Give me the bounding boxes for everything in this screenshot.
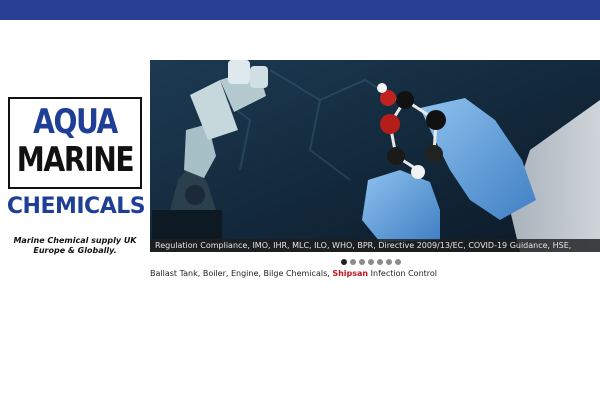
hero-slider[interactable]: Regulation Compliance, IMO, IHR, MLC, IL…: [150, 60, 600, 252]
laboratory-microscope-molecule-image: [150, 60, 600, 252]
logo-text-chemicals[interactable]: CHEMICALS: [6, 196, 146, 218]
slider-dot[interactable]: [377, 259, 383, 265]
slider-dot[interactable]: [359, 259, 365, 265]
top-header-bar: [0, 0, 600, 20]
slider-dot[interactable]: [395, 259, 401, 265]
slider-dot[interactable]: [368, 259, 374, 265]
site-tagline: Marine Chemical supply UK Europe & Globa…: [13, 236, 137, 255]
slider-pagination[interactable]: [341, 258, 401, 266]
slider-caption: Regulation Compliance, IMO, IHR, MLC, IL…: [155, 241, 572, 250]
logo-text-aqua: AQUA: [33, 102, 118, 142]
infection-control-text: Infection Control: [370, 269, 438, 278]
services-text: Ballast Tank, Boiler, Engine, Bilge Chem…: [150, 269, 330, 278]
slider-dot[interactable]: [350, 259, 356, 265]
services-line: Ballast Tank, Boiler, Engine, Bilge Chem…: [150, 268, 437, 280]
slider-dot[interactable]: [386, 259, 392, 265]
company-logo[interactable]: AQUA MARINE: [8, 97, 142, 189]
shipsan-link[interactable]: Shipsan: [332, 269, 368, 278]
slider-dot[interactable]: [341, 259, 347, 265]
slider-caption-bar: Regulation Compliance, IMO, IHR, MLC, IL…: [150, 239, 600, 252]
logo-text-marine: MARINE: [16, 140, 135, 180]
